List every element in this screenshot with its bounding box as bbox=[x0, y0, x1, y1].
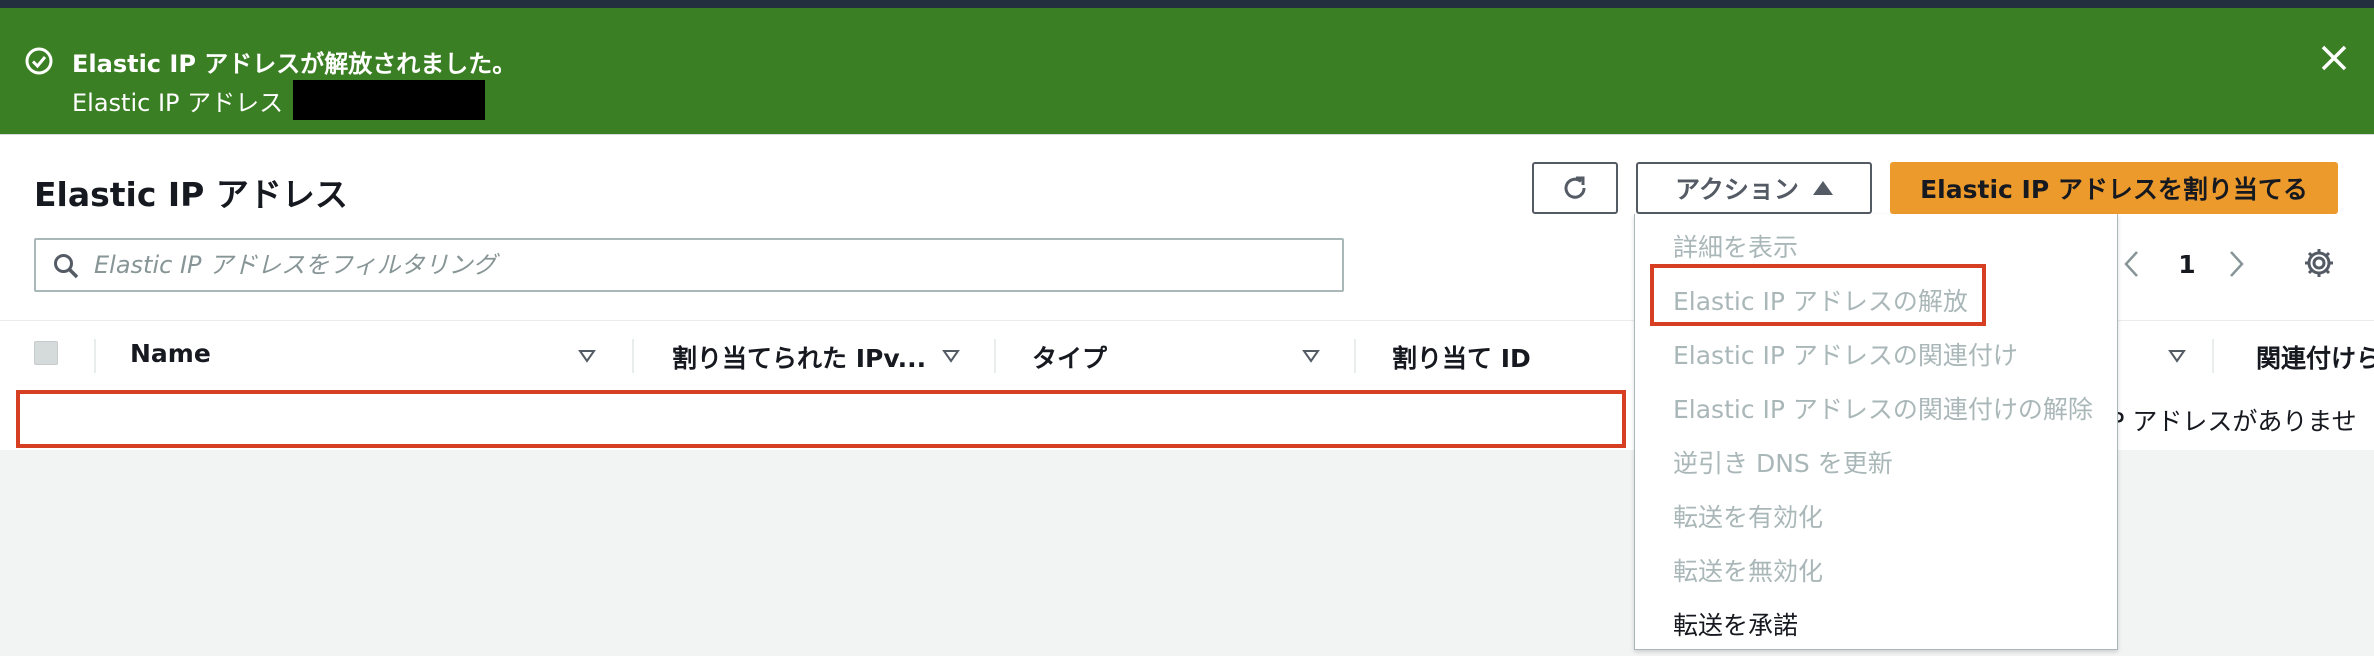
page-title: Elastic IP アドレス bbox=[34, 175, 348, 214]
top-bar bbox=[0, 0, 2374, 8]
menu-item-update-reverse-dns[interactable]: 逆引き DNS を更新 bbox=[1673, 444, 1893, 480]
column-header-associated[interactable]: 関連付けら bbox=[2256, 339, 2374, 375]
close-icon[interactable] bbox=[2314, 38, 2354, 78]
select-all-checkbox[interactable] bbox=[34, 341, 58, 365]
column-header-name[interactable]: Name bbox=[130, 339, 211, 368]
column-header-allocation-id[interactable]: 割り当て ID bbox=[1392, 339, 1531, 375]
menu-item-associate-elastic-ip[interactable]: Elastic IP アドレスの関連付け bbox=[1673, 336, 2018, 372]
column-divider bbox=[994, 339, 996, 373]
flash-subtitle-text: Elastic IP アドレス bbox=[72, 88, 284, 117]
flash-title: Elastic IP アドレスが解放されました。 bbox=[72, 50, 517, 78]
flash-subtitle: Elastic IP アドレス bbox=[72, 80, 486, 120]
highlight-annotation-release-item bbox=[1650, 264, 1986, 326]
sort-caret-icon[interactable] bbox=[2168, 349, 2186, 363]
sort-caret-icon[interactable] bbox=[1302, 349, 1320, 363]
refresh-icon bbox=[1564, 176, 1586, 199]
actions-button-label: アクション bbox=[1675, 175, 1799, 204]
search-icon bbox=[54, 254, 79, 279]
column-divider bbox=[1354, 339, 1356, 373]
column-divider bbox=[94, 339, 96, 373]
menu-item-enable-transfer[interactable]: 転送を有効化 bbox=[1673, 498, 1823, 534]
menu-item-disassociate-elastic-ip[interactable]: Elastic IP アドレスの関連付けの解除 bbox=[1673, 390, 2093, 426]
filter-search-box bbox=[34, 238, 1344, 292]
filter-input[interactable] bbox=[94, 244, 1324, 286]
menu-item-disable-transfer[interactable]: 転送を無効化 bbox=[1673, 552, 1823, 588]
caret-up-icon bbox=[1812, 181, 1833, 195]
allocate-elastic-ip-button[interactable]: Elastic IP アドレスを割り当てる bbox=[1890, 162, 2338, 214]
previous-page-icon[interactable] bbox=[2118, 246, 2146, 282]
menu-item-view-details[interactable]: 詳細を表示 bbox=[1673, 228, 1798, 264]
current-page-number[interactable]: 1 bbox=[2172, 246, 2202, 282]
sort-caret-icon[interactable] bbox=[942, 349, 960, 363]
column-header-type[interactable]: タイプ bbox=[1032, 339, 1107, 375]
success-check-circle-icon bbox=[25, 47, 53, 75]
actions-button[interactable]: アクション bbox=[1636, 162, 1872, 214]
sort-caret-icon[interactable] bbox=[578, 349, 596, 363]
highlight-annotation-row bbox=[16, 390, 1626, 448]
menu-item-accept-transfer[interactable]: 転送を承諾 bbox=[1673, 606, 1798, 642]
success-flash-banner: Elastic IP アドレスが解放されました。 Elastic IP アドレス bbox=[0, 8, 2374, 134]
table-empty-message: IP アドレスがありませ bbox=[2102, 407, 2357, 436]
next-page-icon[interactable] bbox=[2222, 246, 2250, 282]
column-header-allocated-ipv4[interactable]: 割り当てられた IPv... bbox=[672, 339, 926, 375]
refresh-button[interactable] bbox=[1532, 162, 1618, 214]
column-divider bbox=[632, 339, 634, 373]
redacted-ip-address bbox=[293, 80, 486, 120]
column-divider bbox=[2212, 339, 2214, 373]
gear-icon[interactable] bbox=[2302, 246, 2336, 280]
